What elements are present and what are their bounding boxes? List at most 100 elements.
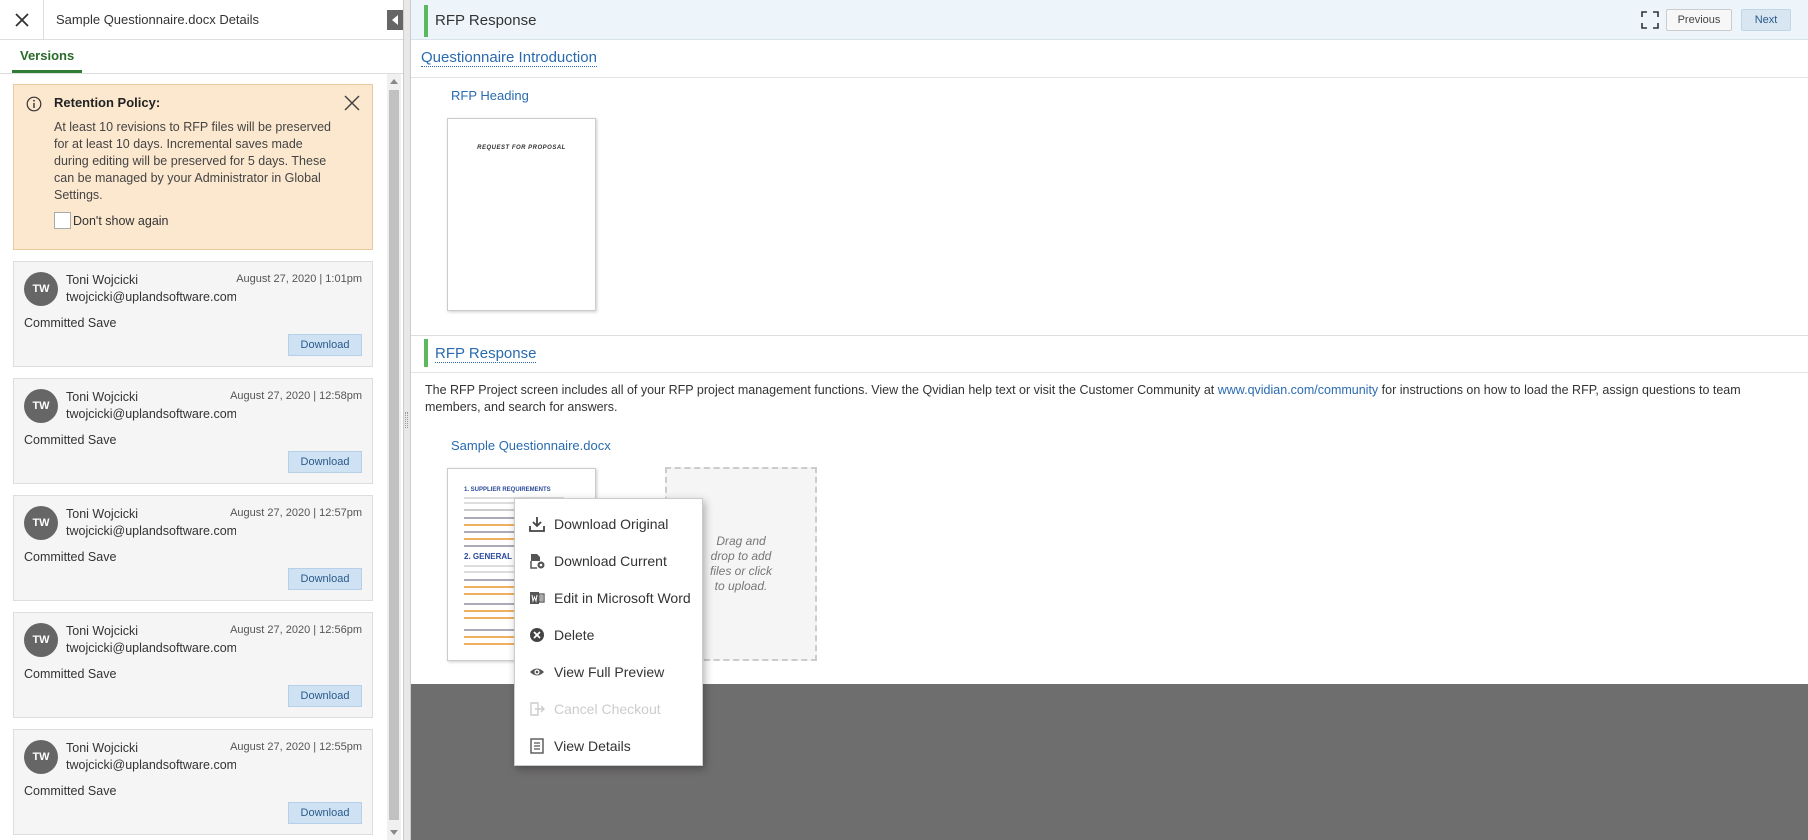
download-button[interactable]: Download bbox=[288, 334, 362, 356]
scroll-up-icon[interactable] bbox=[390, 79, 398, 84]
document-label[interactable]: Sample Questionnaire.docx bbox=[451, 438, 611, 453]
version-card: TW Toni Wojcicki twojcicki@uplandsoftwar… bbox=[13, 729, 373, 835]
versions-list: Retention Policy: At least 10 revisions … bbox=[0, 74, 386, 840]
menu-item-delete[interactable]: Delete bbox=[515, 616, 702, 653]
tab-versions[interactable]: Versions bbox=[12, 40, 83, 73]
avatar: TW bbox=[24, 389, 58, 423]
splitter-grip-icon[interactable] bbox=[405, 412, 408, 428]
download-button[interactable]: Download bbox=[288, 802, 362, 824]
menu-item-view-details[interactable]: View Details bbox=[515, 727, 702, 764]
document-label[interactable]: RFP Heading bbox=[451, 88, 529, 103]
thumbnail-line bbox=[464, 517, 514, 519]
menu-item-label: Download Current bbox=[554, 552, 667, 569]
document-thumbnail[interactable]: REQUEST FOR PROPOSAL bbox=[447, 118, 596, 311]
version-author: Toni Wojcicki bbox=[66, 624, 139, 638]
dropzone-text: Drag and drop to add files or click to u… bbox=[709, 534, 772, 593]
dont-show-again-row: Don't show again bbox=[54, 212, 360, 229]
section-title[interactable]: RFP Response bbox=[435, 345, 537, 363]
version-author: Toni Wojcicki bbox=[66, 507, 139, 521]
retention-title: Retention Policy: bbox=[54, 95, 161, 110]
details-icon bbox=[529, 737, 545, 754]
thumbnail-line bbox=[464, 545, 514, 547]
version-author: Toni Wojcicki bbox=[66, 741, 139, 755]
section-accent-bar bbox=[424, 339, 428, 367]
close-notice-icon[interactable] bbox=[344, 95, 360, 111]
checkout-icon bbox=[529, 701, 545, 717]
description-text: The RFP Project screen includes all of y… bbox=[425, 383, 1218, 397]
menu-item-download-current[interactable]: Download Current bbox=[515, 542, 702, 579]
menu-item-label: Cancel Checkout bbox=[554, 700, 661, 717]
version-status: Committed Save bbox=[24, 550, 117, 564]
version-author: Toni Wojcicki bbox=[66, 390, 139, 404]
version-status: Committed Save bbox=[24, 667, 117, 681]
version-card: TW Toni Wojcicki twojcicki@uplandsoftwar… bbox=[13, 261, 373, 367]
version-card: TW Toni Wojcicki twojcicki@uplandsoftwar… bbox=[13, 495, 373, 601]
fullscreen-icon[interactable] bbox=[1641, 11, 1659, 29]
section-title[interactable]: Questionnaire Introduction bbox=[421, 49, 597, 67]
version-email: twojcicki@uplandsoftware.com bbox=[66, 290, 236, 304]
version-author: Toni Wojcicki bbox=[66, 273, 139, 287]
version-card: TW Toni Wojcicki twojcicki@uplandsoftwar… bbox=[13, 378, 373, 484]
version-email: twojcicki@uplandsoftware.com bbox=[66, 758, 236, 772]
version-date: August 27, 2020 | 12:56pm bbox=[230, 624, 362, 636]
download-icon bbox=[529, 516, 545, 532]
file-gear-icon bbox=[529, 553, 545, 569]
menu-item-label: View Details bbox=[554, 737, 631, 754]
version-date: August 27, 2020 | 12:55pm bbox=[230, 741, 362, 753]
versions-scrollbar[interactable] bbox=[387, 74, 401, 840]
menu-item-label: Download Original bbox=[554, 515, 669, 532]
word-icon bbox=[529, 590, 545, 606]
details-panel: Sample Questionnaire.docx Details Versio… bbox=[0, 0, 404, 840]
collapse-panel-button[interactable] bbox=[387, 10, 403, 30]
info-icon bbox=[26, 96, 42, 112]
version-status: Committed Save bbox=[24, 784, 117, 798]
top-bar: RFP Response Previous Next bbox=[411, 0, 1808, 40]
avatar: TW bbox=[24, 272, 58, 306]
thumbnail-text: REQUEST FOR PROPOSAL bbox=[477, 145, 566, 151]
avatar: TW bbox=[24, 506, 58, 540]
download-button[interactable]: Download bbox=[288, 568, 362, 590]
scroll-down-icon[interactable] bbox=[390, 830, 398, 835]
version-status: Committed Save bbox=[24, 316, 117, 330]
version-email: twojcicki@uplandsoftware.com bbox=[66, 524, 236, 538]
menu-item-view-full-preview[interactable]: View Full Preview bbox=[515, 653, 702, 690]
document-context-menu: Download Original Download Current Edit … bbox=[514, 498, 703, 766]
version-date: August 27, 2020 | 1:01pm bbox=[236, 273, 362, 285]
caret-left-icon bbox=[392, 15, 398, 25]
community-link[interactable]: www.qvidian.com/community bbox=[1218, 383, 1378, 397]
section-description: The RFP Project screen includes all of y… bbox=[425, 382, 1795, 416]
version-status: Committed Save bbox=[24, 433, 117, 447]
dont-show-again-label: Don't show again bbox=[73, 213, 169, 228]
details-tabs: Versions bbox=[0, 40, 403, 74]
version-card: TW Toni Wojcicki twojcicki@uplandsoftwar… bbox=[13, 612, 373, 718]
menu-item-edit-in-word[interactable]: Edit in Microsoft Word bbox=[515, 579, 702, 616]
version-email: twojcicki@uplandsoftware.com bbox=[66, 641, 236, 655]
page-title: RFP Response bbox=[435, 12, 537, 29]
section-questionnaire-introduction: Questionnaire Introduction RFP Heading R… bbox=[411, 40, 1808, 336]
menu-item-label: Delete bbox=[554, 626, 595, 643]
download-button[interactable]: Download bbox=[288, 685, 362, 707]
version-date: August 27, 2020 | 12:57pm bbox=[230, 507, 362, 519]
avatar: TW bbox=[24, 740, 58, 774]
close-details-button[interactable] bbox=[0, 0, 44, 40]
download-button[interactable]: Download bbox=[288, 451, 362, 473]
scrollbar-thumb[interactable] bbox=[389, 90, 399, 820]
version-date: August 27, 2020 | 12:58pm bbox=[230, 390, 362, 402]
section-divider bbox=[411, 77, 1808, 78]
details-header: Sample Questionnaire.docx Details bbox=[0, 0, 403, 40]
avatar: TW bbox=[24, 623, 58, 657]
menu-item-download-original[interactable]: Download Original bbox=[515, 505, 702, 542]
previous-button[interactable]: Previous bbox=[1666, 9, 1732, 31]
close-icon bbox=[14, 12, 29, 27]
retention-body: At least 10 revisions to RFP files will … bbox=[54, 120, 331, 202]
thumbnail-heading: 1. SUPPLIER REQUIREMENTS bbox=[464, 487, 551, 493]
dont-show-again-checkbox[interactable] bbox=[54, 212, 71, 229]
next-button[interactable]: Next bbox=[1741, 9, 1791, 31]
retention-policy-notice: Retention Policy: At least 10 revisions … bbox=[13, 84, 373, 250]
delete-icon bbox=[529, 627, 545, 643]
title-accent-bar bbox=[424, 5, 428, 37]
eye-icon bbox=[529, 664, 545, 680]
version-email: twojcicki@uplandsoftware.com bbox=[66, 407, 236, 421]
menu-item-label: Edit in Microsoft Word bbox=[554, 589, 691, 606]
menu-item-label: View Full Preview bbox=[554, 663, 665, 680]
